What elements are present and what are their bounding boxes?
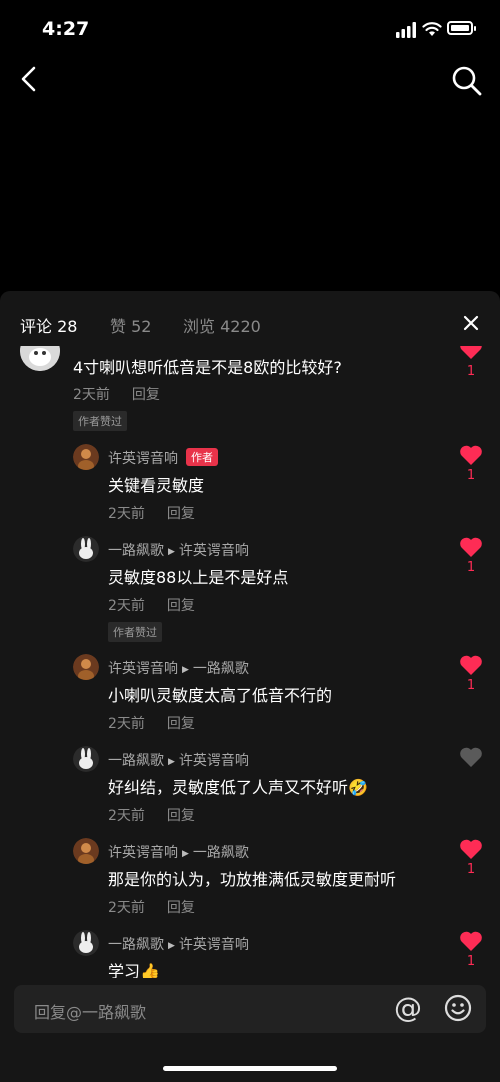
like-count: 1 — [466, 862, 476, 877]
author-name[interactable]: 许英谔音响 — [108, 661, 178, 677]
reply-input-placeholder: 回复@一路飙歌 — [34, 1003, 147, 1022]
search-icon[interactable] — [450, 64, 484, 98]
heart-icon[interactable] — [459, 930, 483, 952]
reply-input[interactable]: 回复@一路飙歌 @ — [14, 985, 486, 1033]
reply-text: 小喇叭灵敏度太高了低音不行的 — [108, 686, 333, 705]
heart-icon[interactable] — [459, 346, 483, 360]
reply-meta: 2天前 回复 — [108, 897, 195, 917]
heart-icon[interactable] — [459, 654, 483, 676]
author-name[interactable]: 一路飙歌 — [108, 543, 164, 559]
reply-author-line: 许英谔音响 ▶ 一路飙歌 — [108, 842, 249, 862]
reply-text: 灵敏度88以上是不是好点 — [108, 568, 289, 587]
reply-time: 2天前 — [108, 900, 145, 916]
status-bar: 4:27 — [0, 0, 500, 60]
avatar[interactable] — [73, 746, 99, 772]
avatar[interactable] — [73, 838, 99, 864]
reply-to-name[interactable]: 许英谔音响 — [179, 937, 249, 953]
author-liked-tag: 作者赞过 — [73, 411, 127, 431]
avatar[interactable] — [73, 930, 99, 956]
reply-to-arrow-icon: ▶ — [168, 757, 175, 767]
reply-to-name[interactable]: 一路飙歌 — [193, 845, 249, 861]
heart-icon[interactable] — [459, 838, 483, 860]
comment-list[interactable]: 4寸喇叭想听低音是不是8欧的比较好? 2天前 回复 作者赞过 1 许英谔音响 作者 … — [0, 346, 500, 978]
reply-meta: 2天前 回复 — [108, 503, 195, 523]
comment-text: 4寸喇叭想听低音是不是8欧的比较好? — [73, 358, 342, 377]
reply-text: 好纠结，灵敏度低了人声又不好听🤣 — [108, 778, 368, 797]
heart-icon[interactable] — [459, 746, 483, 768]
reply-to-arrow-icon: ▶ — [182, 665, 189, 675]
home-indicator — [163, 1066, 337, 1071]
author-badge: 作者 — [186, 448, 218, 466]
author-name[interactable]: 许英谔音响 — [108, 845, 178, 861]
tab-views[interactable]: 浏览 4220 — [183, 313, 261, 337]
avatar[interactable] — [73, 536, 99, 562]
wifi-icon — [422, 22, 442, 36]
status-time: 4:27 — [42, 18, 90, 40]
signal-icon — [396, 22, 416, 38]
reply-button[interactable]: 回复 — [132, 387, 160, 403]
reply-button[interactable]: 回复 — [167, 716, 195, 732]
reply-author-line: 许英谔音响 ▶ 一路飙歌 — [108, 658, 249, 678]
close-icon[interactable] — [461, 313, 481, 333]
reply-to-name[interactable]: 许英谔音响 — [179, 543, 249, 559]
like-count: 1 — [466, 468, 476, 483]
reply-to-name[interactable]: 一路飙歌 — [193, 661, 249, 677]
reply-meta: 2天前 回复 — [108, 595, 195, 615]
reply-button[interactable]: 回复 — [167, 506, 195, 522]
reply-to-name[interactable]: 许英谔音响 — [179, 753, 249, 769]
author-liked-tag: 作者赞过 — [108, 622, 162, 642]
reply-to-arrow-icon: ▶ — [168, 941, 175, 951]
at-icon[interactable]: @ — [394, 991, 422, 1024]
reply-meta: 2天前 回复 — [108, 713, 195, 733]
heart-icon[interactable] — [459, 444, 483, 466]
back-arrow-icon[interactable] — [16, 64, 46, 94]
reply-button[interactable]: 回复 — [167, 900, 195, 916]
avatar[interactable] — [73, 444, 99, 470]
emoji-icon[interactable] — [444, 994, 472, 1022]
like-count: 1 — [466, 560, 476, 575]
author-name[interactable]: 一路飙歌 — [108, 937, 164, 953]
heart-icon[interactable] — [459, 536, 483, 558]
comment-time: 2天前 — [73, 387, 110, 403]
reply-to-arrow-icon: ▶ — [168, 547, 175, 557]
reply-time: 2天前 — [108, 506, 145, 522]
reply-text: 学习👍 — [108, 962, 160, 978]
reply-button[interactable]: 回复 — [167, 808, 195, 824]
like-count: 1 — [466, 364, 476, 379]
comment-meta: 2天前 回复 — [73, 384, 160, 404]
avatar[interactable] — [73, 654, 99, 680]
reply-author-line: 一路飙歌 ▶ 许英谔音响 — [108, 540, 249, 560]
reply-author-line: 许英谔音响 作者 — [108, 448, 218, 468]
reply-time: 2天前 — [108, 598, 145, 614]
tab-likes[interactable]: 赞 52 — [110, 313, 151, 337]
like-count: 1 — [466, 678, 476, 693]
reply-time: 2天前 — [108, 716, 145, 732]
reply-author-line: 一路飙歌 ▶ 许英谔音响 — [108, 934, 249, 954]
reply-button[interactable]: 回复 — [167, 598, 195, 614]
avatar[interactable] — [20, 346, 60, 371]
reply-to-arrow-icon: ▶ — [182, 849, 189, 859]
reply-text: 那是你的认为，功放推满低灵敏度更耐听 — [108, 870, 397, 889]
comments-sheet: 评论 28 赞 52 浏览 4220 4寸喇叭想听低音是不是8欧的比较好? 2天… — [0, 291, 500, 1082]
reply-time: 2天前 — [108, 808, 145, 824]
reply-meta: 2天前 回复 — [108, 805, 195, 825]
reply-text: 关键看灵敏度 — [108, 476, 205, 495]
battery-icon — [447, 21, 476, 35]
reply-author-line: 一路飙歌 ▶ 许英谔音响 — [108, 750, 249, 770]
author-name[interactable]: 一路飙歌 — [108, 753, 164, 769]
author-name[interactable]: 许英谔音响 — [108, 451, 178, 467]
tab-comments[interactable]: 评论 28 — [20, 313, 77, 337]
like-count: 1 — [466, 954, 476, 969]
